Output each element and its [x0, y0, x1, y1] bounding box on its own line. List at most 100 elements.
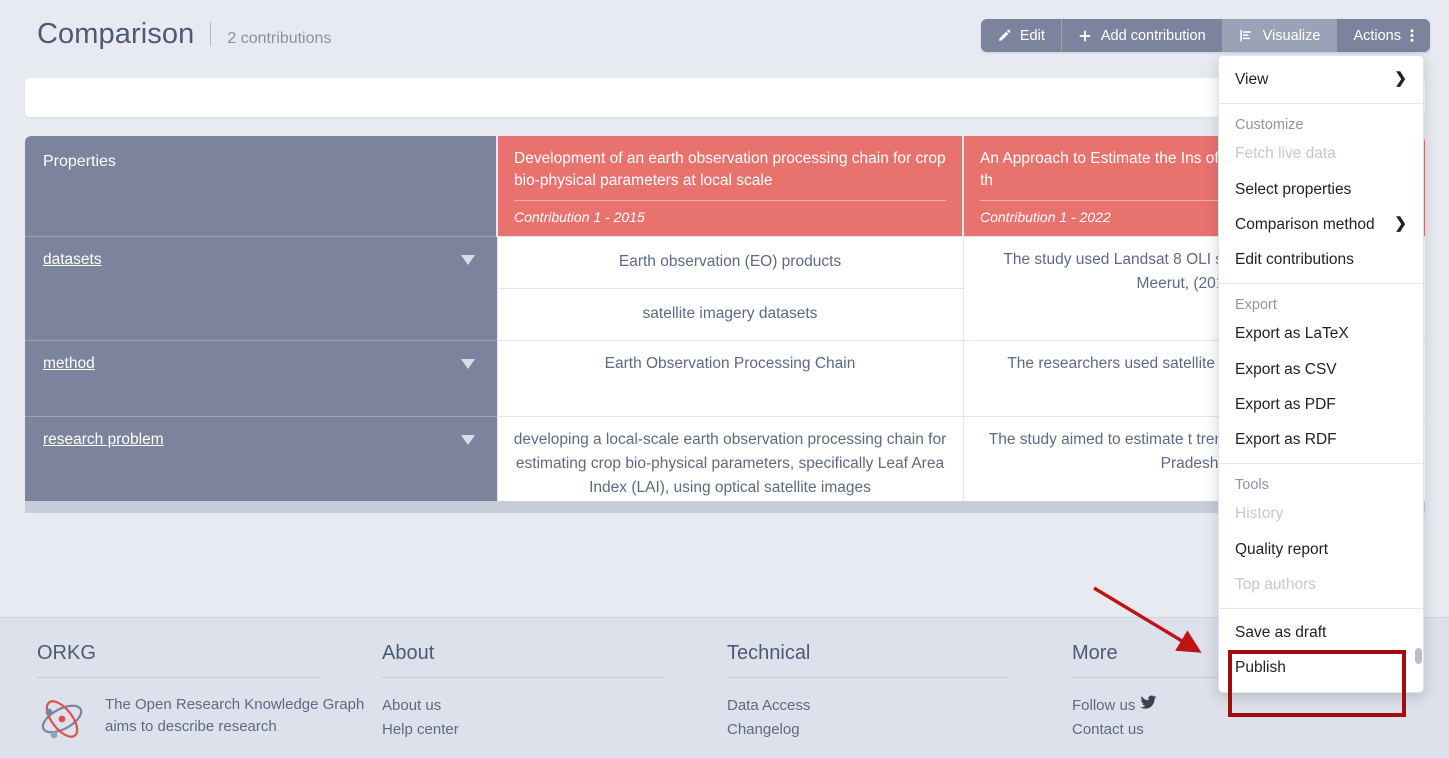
table-header-row: Properties Development of an earth obser… [25, 136, 1425, 237]
orkg-brand: The Open Research Knowledge Graph aims t… [37, 694, 382, 749]
table-row: datasets Earth observation (EO) products… [25, 237, 1425, 341]
comparison-table-container: Properties Development of an earth obser… [25, 136, 1425, 501]
dropdown-scrollbar-thumb[interactable] [1415, 648, 1422, 664]
value-text: satellite imagery datasets [484, 288, 977, 340]
chevron-down-icon[interactable] [461, 255, 475, 265]
add-contribution-button[interactable]: Add contribution [1062, 19, 1223, 52]
page-scrollbar[interactable] [1443, 0, 1449, 758]
footer-link-follow-us[interactable]: Follow us [1072, 694, 1417, 718]
menu-item-comparison-method[interactable]: Comparison method ❯ [1219, 207, 1423, 242]
orkg-atom-logo [37, 694, 87, 749]
table-horizontal-scrollbar[interactable] [25, 501, 1425, 513]
footer-heading-about: About [382, 642, 727, 665]
visualize-button[interactable]: Visualize [1223, 19, 1338, 52]
property-cell-research-problem[interactable]: research problem [25, 417, 497, 501]
value-cell: developing a local-scale earth observati… [497, 417, 963, 501]
menu-item-select-properties-label: Select properties [1235, 178, 1351, 201]
bar-chart-icon [1239, 28, 1254, 43]
menu-item-export-pdf[interactable]: Export as PDF [1219, 387, 1423, 422]
header-toolbar: Edit Add contribution Visualize [981, 19, 1430, 52]
plus-icon [1078, 29, 1092, 43]
menu-item-save-as-draft[interactable]: Save as draft [1219, 615, 1423, 650]
chevron-down-icon[interactable] [461, 435, 475, 445]
menu-item-publish[interactable]: Publish [1219, 650, 1423, 685]
footer-link-changelog[interactable]: Changelog [727, 718, 1072, 742]
properties-header: Properties [25, 136, 497, 237]
property-cell-method[interactable]: method [25, 341, 497, 417]
paper-title-1: Development of an earth observation proc… [514, 150, 946, 189]
title-group: Comparison 2 contributions [37, 18, 331, 51]
footer-link-data-access[interactable]: Data Access [727, 694, 1072, 718]
value-cell: Earth Observation Processing Chain [497, 341, 963, 417]
dropdown-scrollbar-track[interactable] [1415, 62, 1422, 642]
table-row: method Earth Observation Processing Chai… [25, 341, 1425, 417]
chevron-right-icon: ❯ [1394, 68, 1407, 91]
footer-column-about: About About us Help center [382, 642, 727, 749]
footer-divider [727, 677, 1009, 678]
menu-item-select-properties[interactable]: Select properties [1219, 172, 1423, 207]
actions-button[interactable]: Actions [1337, 19, 1430, 52]
footer-column-orkg: ORKG The Open Research Knowledge Graph a… [37, 642, 382, 749]
chevron-down-icon[interactable] [461, 359, 475, 369]
menu-section-customize: Customize [1219, 110, 1423, 136]
menu-item-edit-contributions-label: Edit contributions [1235, 248, 1354, 271]
menu-item-view[interactable]: View ❯ [1219, 62, 1423, 97]
menu-divider [1219, 103, 1423, 104]
menu-item-history-label: History [1235, 502, 1283, 525]
kebab-menu-icon [1410, 28, 1414, 43]
footer-link-help-center[interactable]: Help center [382, 718, 727, 742]
property-label-method[interactable]: method [43, 355, 95, 372]
menu-item-top-authors: Top authors [1219, 567, 1423, 602]
edit-button[interactable]: Edit [981, 19, 1062, 52]
menu-item-export-pdf-label: Export as PDF [1235, 393, 1336, 416]
footer-divider [382, 677, 664, 678]
footer-link-contact-us[interactable]: Contact us [1072, 718, 1417, 742]
table-row: research problem developing a local-scal… [25, 417, 1425, 501]
footer-heading-orkg: ORKG [37, 642, 382, 665]
menu-item-history: History [1219, 496, 1423, 531]
menu-item-top-authors-label: Top authors [1235, 573, 1316, 596]
menu-item-export-csv[interactable]: Export as CSV [1219, 352, 1423, 387]
chevron-right-icon: ❯ [1394, 213, 1407, 236]
comparison-page: Comparison 2 contributions Edit [0, 0, 1449, 758]
menu-item-export-latex[interactable]: Export as LaTeX [1219, 316, 1423, 351]
footer-heading-technical: Technical [727, 642, 1072, 665]
edit-button-label: Edit [1020, 28, 1045, 44]
menu-item-export-latex-label: Export as LaTeX [1235, 322, 1349, 345]
footer-column-technical: Technical Data Access Changelog [727, 642, 1072, 749]
menu-divider [1219, 463, 1423, 464]
menu-item-edit-contributions[interactable]: Edit contributions [1219, 242, 1423, 277]
footer-columns: ORKG The Open Research Knowledge Graph a… [37, 642, 1417, 749]
visualize-button-label: Visualize [1263, 28, 1321, 44]
footer-link-about-us[interactable]: About us [382, 694, 727, 718]
actions-button-label: Actions [1353, 28, 1401, 44]
pencil-icon [997, 29, 1011, 43]
paper-column-header-1[interactable]: Development of an earth observation proc… [497, 136, 963, 237]
menu-section-export: Export [1219, 290, 1423, 316]
menu-item-fetch-live-data: Fetch live data [1219, 136, 1423, 171]
menu-item-quality-report[interactable]: Quality report [1219, 532, 1423, 567]
property-label-datasets[interactable]: datasets [43, 251, 102, 268]
menu-item-comparison-method-label: Comparison method [1235, 213, 1375, 236]
menu-item-quality-report-label: Quality report [1235, 538, 1328, 561]
menu-item-save-as-draft-label: Save as draft [1235, 621, 1326, 644]
property-cell-datasets[interactable]: datasets [25, 237, 497, 341]
menu-item-view-label: View [1235, 68, 1268, 91]
actions-dropdown-menu: View ❯ Customize Fetch live data Select … [1218, 55, 1424, 693]
paper-subtitle-1: Contribution 1 - 2015 [514, 200, 946, 227]
menu-item-export-rdf[interactable]: Export as RDF [1219, 422, 1423, 457]
title-divider [210, 22, 211, 46]
description-card [25, 78, 1425, 117]
property-label-research-problem[interactable]: research problem [43, 431, 164, 448]
menu-item-export-rdf-label: Export as RDF [1235, 428, 1337, 451]
menu-divider [1219, 283, 1423, 284]
value-cell: Earth observation (EO) products satellit… [497, 237, 963, 341]
page-title: Comparison [37, 18, 194, 51]
menu-section-tools: Tools [1219, 470, 1423, 496]
footer-divider [37, 677, 319, 678]
value-text: Earth observation (EO) products [498, 237, 963, 288]
menu-item-publish-label: Publish [1235, 656, 1286, 679]
menu-divider [1219, 608, 1423, 609]
orkg-description: The Open Research Knowledge Graph aims t… [105, 694, 382, 738]
comparison-table: Properties Development of an earth obser… [25, 136, 1425, 501]
